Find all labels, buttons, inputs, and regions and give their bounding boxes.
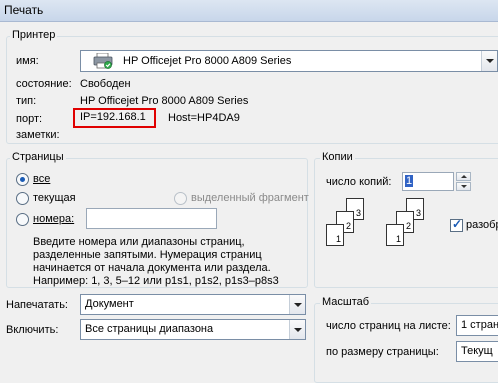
pages-group-title: Страницы — [10, 151, 66, 163]
printer-type-value: HP Officejet Pro 8000 A809 Series — [80, 95, 249, 107]
scale-to-label: по размеру страницы: — [326, 346, 439, 358]
pages-current-radio[interactable] — [16, 192, 29, 205]
scale-to-value: Текущ — [461, 345, 493, 357]
pages-hint-line1: Введите номера или диапазоны страниц, — [33, 236, 245, 248]
printer-status-label: состояние: — [16, 78, 72, 90]
copies-group-title: Копии — [320, 151, 355, 163]
pages-per-sheet-select[interactable]: 1 стран — [456, 315, 498, 336]
printer-name-value: HP Officejet Pro 8000 A809 Series — [123, 55, 292, 67]
collate-label[interactable]: разобр — [466, 219, 498, 231]
window-title: Печать — [4, 3, 44, 17]
printer-port-host: Host=HP4DA9 — [168, 112, 240, 124]
printer-notes-label: заметки: — [16, 129, 60, 141]
printer-name-label: имя: — [16, 55, 39, 67]
pages-hint-line3: начинается от начала документа или разде… — [33, 262, 271, 274]
copies-decrement-button[interactable] — [456, 182, 471, 191]
pages-range-input[interactable] — [86, 208, 217, 229]
include-label: Включить: — [6, 324, 59, 336]
title-bar: Печать — [0, 0, 498, 22]
copies-count-label: число копий: — [326, 176, 392, 188]
print-what-value: Документ — [85, 298, 134, 310]
pages-all-radio[interactable] — [16, 173, 29, 186]
pages-current-label[interactable]: текущая — [33, 192, 76, 204]
printer-port-label: порт: — [16, 113, 43, 125]
print-what-label: Напечатать: — [6, 299, 68, 311]
pages-hint-line2: разделенные запятыми. Нумерация страниц — [33, 249, 262, 261]
collate-page: 1 — [386, 224, 404, 246]
printer-type-label: тип: — [16, 95, 37, 107]
chevron-down-icon[interactable] — [481, 51, 497, 71]
collate-stack-2: 3 2 1 — [386, 198, 436, 252]
chevron-down-icon[interactable] — [289, 320, 305, 339]
include-value: Все страницы диапазона — [85, 323, 214, 335]
printer-icon — [93, 52, 113, 69]
pages-selection-label[interactable]: выделенный фрагмент — [191, 192, 309, 204]
collate-stack-1: 3 2 1 — [326, 198, 376, 252]
printer-group-title: Принтер — [10, 29, 58, 41]
pages-range-radio[interactable] — [16, 213, 29, 226]
print-what-select[interactable]: Документ — [80, 294, 306, 315]
scale-to-select[interactable]: Текущ — [456, 341, 498, 362]
pages-per-sheet-value: 1 стран — [461, 319, 498, 331]
copies-count-value: 1 — [405, 175, 414, 187]
pages-per-sheet-label: число страниц на листе: — [326, 320, 451, 332]
copies-increment-button[interactable] — [456, 172, 471, 181]
collate-checkbox[interactable] — [450, 217, 463, 232]
pages-range-label[interactable]: номера: — [33, 213, 74, 225]
pages-hint-line4: Например: 1, 3, 5–12 или p1s1, p1s2, p1s… — [33, 275, 279, 287]
zoom-group-title: Масштаб — [320, 296, 372, 308]
collate-page: 1 — [326, 224, 344, 246]
printer-status-value: Свободен — [80, 78, 131, 90]
pages-selection-radio[interactable] — [174, 192, 187, 205]
include-select[interactable]: Все страницы диапазона — [80, 319, 306, 340]
printer-port-value: IP=192.168.1 — [80, 111, 146, 123]
chevron-down-icon[interactable] — [289, 295, 305, 314]
copies-count-input[interactable]: 1 — [402, 172, 454, 191]
printer-name-select[interactable]: HP Officejet Pro 8000 A809 Series — [80, 50, 498, 72]
pages-all-label[interactable]: все — [33, 173, 50, 185]
